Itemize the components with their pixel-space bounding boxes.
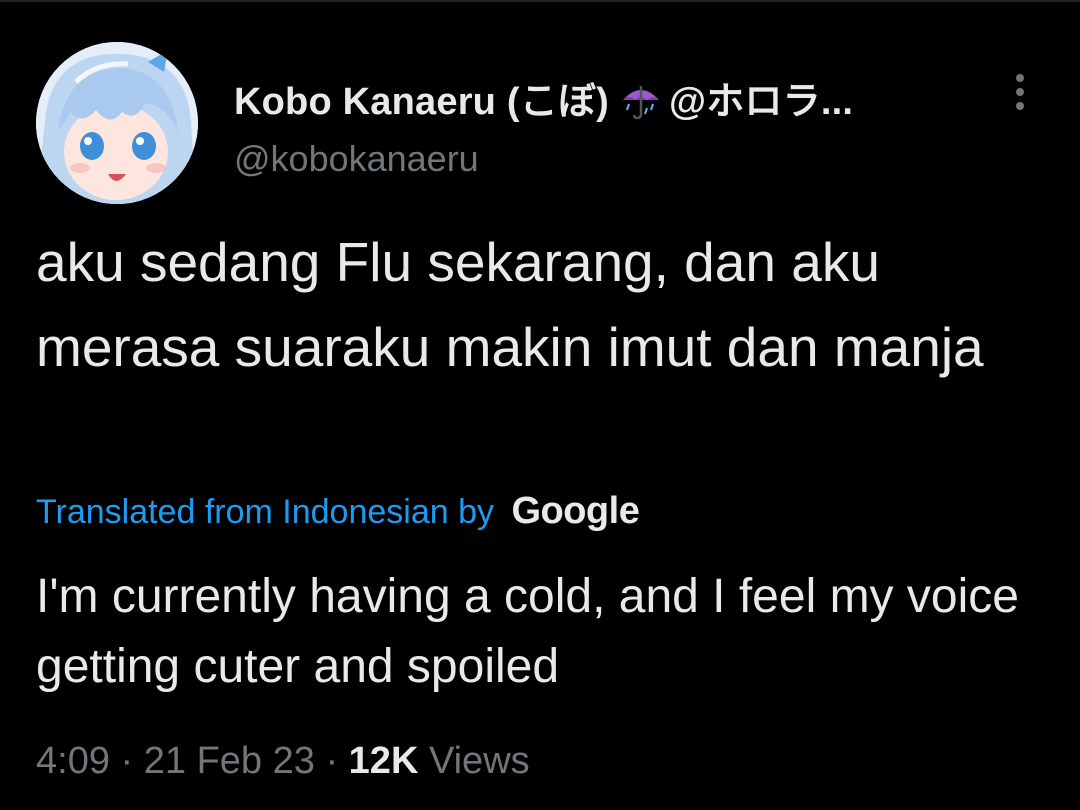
views-label: Views (428, 740, 530, 782)
more-options-dot (1016, 102, 1024, 110)
more-options-dot (1016, 88, 1024, 96)
author-display-name[interactable]: Kobo Kanaeru (こぼ) @ホロラ... (234, 70, 853, 125)
avatar-image (36, 42, 198, 204)
meta-separator: · (109, 740, 144, 782)
avatar[interactable] (36, 42, 198, 204)
meta-separator: · (314, 740, 349, 782)
tweet-date[interactable]: 21 Feb 23 (144, 740, 315, 782)
more-options-button[interactable] (1002, 68, 1038, 116)
translated-tweet-text: I'm currently having a cold, and I feel … (36, 570, 1019, 693)
author-handle[interactable]: @kobokanaeru (234, 138, 479, 180)
tweet-text: aku sedang Flu sekarang, dan aku merasa … (36, 231, 984, 378)
google-logo: Google (511, 490, 640, 532)
more-options-dot (1016, 74, 1024, 82)
author-name-suffix: @ホロラ... (668, 81, 854, 123)
umbrella-rain-icon (619, 80, 663, 120)
views-count[interactable]: 12K (349, 740, 419, 782)
tweet-time[interactable]: 4:09 (36, 740, 110, 782)
tweet-meta: 4:09 · 21 Feb 23 · 12K Views (36, 740, 530, 783)
author-name: Kobo Kanaeru (こぼ) (234, 81, 609, 123)
translation-attribution: Translated from Indonesian by Google (36, 490, 640, 533)
translated-from-link[interactable]: Translated from Indonesian by (36, 493, 494, 531)
top-divider (0, 0, 1080, 2)
